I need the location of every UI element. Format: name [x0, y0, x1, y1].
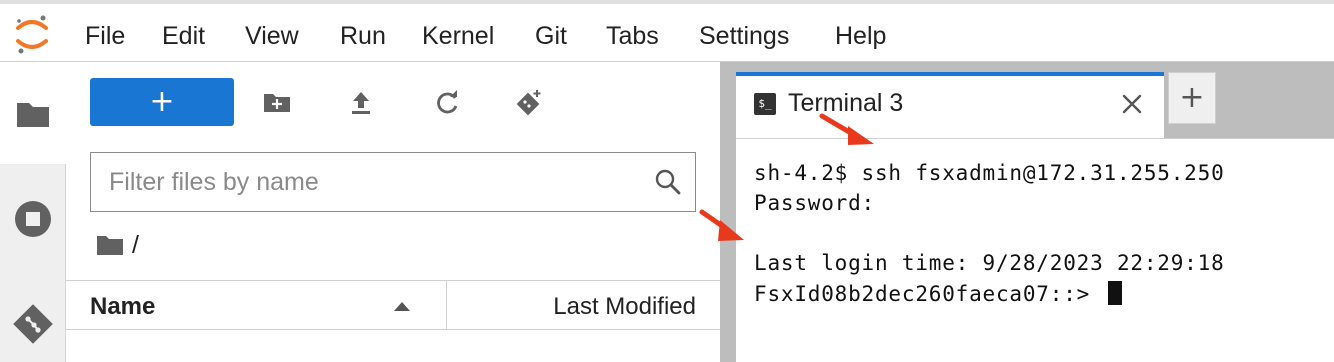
search-icon	[655, 169, 681, 195]
column-divider[interactable]	[446, 281, 447, 329]
git-icon[interactable]	[13, 304, 53, 344]
column-last-modified-header[interactable]: Last Modified	[553, 293, 696, 321]
add-tab-button[interactable]: +	[1168, 72, 1216, 124]
terminal-line: sh-4.2$ ssh fsxadmin@172.31.255.250	[754, 161, 1225, 185]
file-list-header: Name Last Modified	[66, 280, 720, 330]
new-launcher-button[interactable]: +	[90, 78, 234, 126]
column-name-header[interactable]: Name	[90, 293, 155, 321]
sort-ascending-icon[interactable]	[392, 299, 412, 313]
filter-files-input[interactable]	[91, 153, 651, 211]
running-sessions-icon[interactable]	[13, 199, 53, 239]
breadcrumb-root[interactable]: /	[132, 230, 139, 260]
breadcrumb-folder-icon[interactable]	[96, 234, 124, 256]
terminal-icon: $_	[754, 93, 776, 115]
tab-terminal-3[interactable]: $_ Terminal 3	[736, 72, 1164, 138]
terminal-line: Last login time: 9/28/2023 22:29:18	[754, 251, 1225, 275]
upload-icon[interactable]	[346, 88, 376, 118]
terminal-view[interactable]: sh-4.2$ ssh fsxadmin@172.31.255.250 Pass…	[736, 138, 1334, 362]
menu-settings[interactable]: Settings	[699, 21, 789, 51]
new-launcher-label: +	[149, 84, 175, 119]
menu-tabs[interactable]: Tabs	[606, 21, 659, 51]
terminal-cursor	[1107, 281, 1122, 305]
close-icon[interactable]	[1118, 90, 1146, 118]
annotation-arrow-terminal	[699, 209, 744, 241]
terminal-prompt-line[interactable]: FsxId08b2dec260faeca07::>	[754, 281, 1122, 306]
menu-kernel[interactable]: Kernel	[422, 21, 494, 51]
menu-bar: File Edit View Run Kernel Git Tabs Setti…	[0, 4, 1334, 62]
left-activity-bar	[0, 62, 66, 362]
terminal-prompt: FsxId08b2dec260faeca07::>	[754, 282, 1104, 306]
refresh-icon[interactable]	[432, 88, 462, 118]
menu-git[interactable]: Git	[535, 21, 567, 51]
filter-files-box	[90, 152, 696, 212]
terminal-line: Password:	[754, 191, 875, 215]
new-folder-icon[interactable]	[262, 88, 292, 118]
file-browser-panel: + / Name Last Modified	[66, 62, 720, 362]
menu-file[interactable]: File	[85, 21, 125, 51]
git-clone-icon[interactable]	[514, 88, 544, 118]
menu-help[interactable]: Help	[835, 21, 886, 51]
menu-view[interactable]: View	[245, 21, 299, 51]
menu-edit[interactable]: Edit	[162, 21, 205, 51]
folder-icon[interactable]	[13, 94, 53, 134]
jupyter-logo-icon[interactable]	[14, 14, 50, 54]
add-tab-label: +	[1179, 80, 1205, 115]
annotation-arrow-tab	[819, 113, 874, 145]
menu-run[interactable]: Run	[340, 21, 386, 51]
